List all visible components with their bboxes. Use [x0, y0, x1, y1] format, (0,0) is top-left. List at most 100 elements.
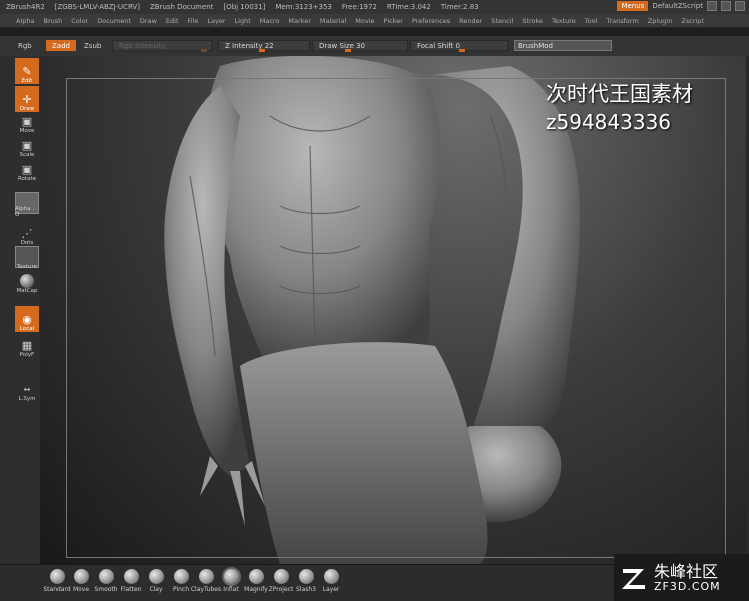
- brush-slash3-label: Slash3: [296, 586, 316, 593]
- menu-material[interactable]: Material: [320, 17, 346, 25]
- menu-transform[interactable]: Transform: [606, 17, 638, 25]
- watermark-line-1: 次时代王国素材: [546, 82, 693, 106]
- scale-button[interactable]: ▣ Scale: [15, 132, 39, 159]
- polyf-button[interactable]: ▦ PolyF: [15, 332, 39, 359]
- polyf-grid-icon: ▦: [21, 339, 33, 352]
- menus-button[interactable]: Menus: [617, 1, 649, 11]
- brush-clay[interactable]: Clay: [143, 569, 169, 593]
- rgb-intensity-knob[interactable]: [201, 49, 207, 52]
- brush-clay-icon: [148, 569, 164, 584]
- polyf-label: PolyF: [19, 352, 35, 358]
- brush-layer-label: Layer: [322, 586, 340, 593]
- menu-draw[interactable]: Draw: [140, 17, 157, 25]
- draw-size-slider[interactable]: Draw Size 30: [312, 40, 408, 52]
- stroke-dots-button[interactable]: ⋰ Dots: [15, 220, 39, 247]
- brush-layer[interactable]: Layer: [318, 569, 344, 593]
- minimize-icon[interactable]: [707, 1, 717, 11]
- maximize-icon[interactable]: [721, 1, 731, 11]
- brush-pinch-icon: [173, 569, 189, 584]
- menu-tool[interactable]: Tool: [585, 17, 598, 25]
- menu-light[interactable]: Light: [235, 17, 251, 25]
- brush-flatten-label: Flatten: [120, 586, 142, 593]
- menu-stencil[interactable]: Stencil: [491, 17, 513, 25]
- menu-brush[interactable]: Brush: [43, 17, 62, 25]
- zadd-toggle[interactable]: Zadd: [46, 40, 76, 51]
- rgb-intensity-label: Rgb Intensity: [119, 41, 166, 50]
- local-button[interactable]: ◉ Local: [15, 306, 39, 332]
- brush-zproject[interactable]: ZProject: [268, 569, 294, 593]
- menu-movie[interactable]: Movie: [355, 17, 374, 25]
- brush-slash3[interactable]: Slash3: [293, 569, 319, 593]
- menu-color[interactable]: Color: [71, 17, 88, 25]
- title-bar: ZBrush4R2 [ZGBS-LMLV-ABZJ-UCRV] ZBrush D…: [0, 0, 749, 14]
- brush-zproject-label: ZProject: [268, 586, 294, 593]
- brush-inflat[interactable]: Inflat: [218, 569, 244, 593]
- brush-standard-icon: [49, 569, 65, 584]
- zf-logo-icon: [622, 568, 645, 589]
- menu-marker[interactable]: Marker: [288, 17, 310, 25]
- brushmod-field[interactable]: BrushMod: [514, 40, 612, 51]
- zsub-toggle[interactable]: Zsub: [84, 40, 101, 51]
- rotate-button[interactable]: ▣ Rotate: [15, 156, 39, 183]
- local-icon: ◉: [22, 313, 32, 326]
- timer-readout: Timer:2.83: [440, 3, 479, 11]
- viewport-canvas[interactable]: 次时代王国素材 z594843336: [40, 56, 746, 564]
- draw-size-knob[interactable]: [345, 49, 351, 52]
- brush-claytubes[interactable]: ClayTubes: [190, 569, 222, 593]
- menu-file[interactable]: File: [188, 17, 199, 25]
- menu-render[interactable]: Render: [459, 17, 482, 25]
- rgb-toggle[interactable]: Rgb: [18, 40, 32, 51]
- menu-zscript[interactable]: Zscript: [681, 17, 704, 25]
- menu-stroke[interactable]: Stroke: [522, 17, 543, 25]
- menu-macro[interactable]: Macro: [260, 17, 280, 25]
- watermark: 次时代王国素材 z594843336: [546, 80, 693, 136]
- menu-edit[interactable]: Edit: [166, 17, 179, 25]
- z-intensity-slider[interactable]: Z Intensity 22: [218, 40, 310, 52]
- brush-magnify-label: Magnify: [244, 586, 268, 593]
- brush-magnify-icon: [248, 569, 264, 584]
- brush-slash3-icon: [298, 569, 314, 584]
- brush-flatten[interactable]: Flatten: [118, 569, 144, 593]
- focal-shift-slider[interactable]: Focal Shift 0: [410, 40, 508, 52]
- brush-claytubes-icon: [198, 569, 214, 584]
- watermark-line-2: z594843336: [546, 110, 672, 134]
- brush-pinch-label: Pinch: [172, 586, 190, 593]
- focal-shift-knob[interactable]: [459, 49, 465, 52]
- lsym-button[interactable]: ↔ L.Sym: [15, 376, 39, 402]
- brush-smooth-icon: [98, 569, 114, 584]
- move-icon: ▣: [21, 115, 33, 128]
- rgb-intensity-slider[interactable]: Rgb Intensity: [112, 40, 212, 52]
- matcap-button[interactable]: MatCap: [15, 268, 39, 294]
- z-intensity-knob[interactable]: [259, 49, 265, 52]
- brush-claytubes-label: ClayTubes: [190, 586, 222, 593]
- brush-standard[interactable]: Standard: [43, 569, 71, 593]
- brush-move[interactable]: Move: [68, 569, 94, 593]
- draw-icon: ✛: [22, 93, 32, 106]
- close-icon[interactable]: [735, 1, 745, 11]
- brush-magnify[interactable]: Magnify: [243, 569, 269, 593]
- menu-document[interactable]: Document: [97, 17, 131, 25]
- brush-move-label: Move: [72, 586, 90, 593]
- scale-icon: ▣: [21, 139, 33, 152]
- brush-flatten-icon: [123, 569, 139, 584]
- brush-smooth[interactable]: Smooth: [93, 569, 119, 593]
- matcap-sphere-icon: [20, 274, 34, 288]
- menu-texture[interactable]: Texture: [552, 17, 576, 25]
- document-frame: [66, 78, 726, 558]
- menu-layer[interactable]: Layer: [207, 17, 225, 25]
- dots-stroke-icon: ⋰: [21, 227, 33, 240]
- move-button[interactable]: ▣ Move: [15, 108, 39, 135]
- menu-picker[interactable]: Picker: [384, 17, 403, 25]
- edit-icon: ✎: [22, 65, 32, 78]
- draw-size-label: Draw Size 30: [319, 41, 366, 50]
- brush-standard-label: Standard: [43, 586, 71, 593]
- separator-strip: [0, 28, 749, 36]
- menu-preferences[interactable]: Preferences: [412, 17, 450, 25]
- edit-button[interactable]: ✎ Edit: [15, 58, 39, 84]
- menu-alpha[interactable]: Alpha: [16, 17, 34, 25]
- default-zscript-button[interactable]: DefaultZScript: [652, 2, 703, 10]
- app-name: ZBrush4R2: [6, 3, 45, 11]
- logo-en-text: ZF3D.COM: [654, 579, 721, 593]
- menu-zplugin[interactable]: Zplugin: [648, 17, 673, 25]
- matcap-label: MatCap: [16, 288, 38, 294]
